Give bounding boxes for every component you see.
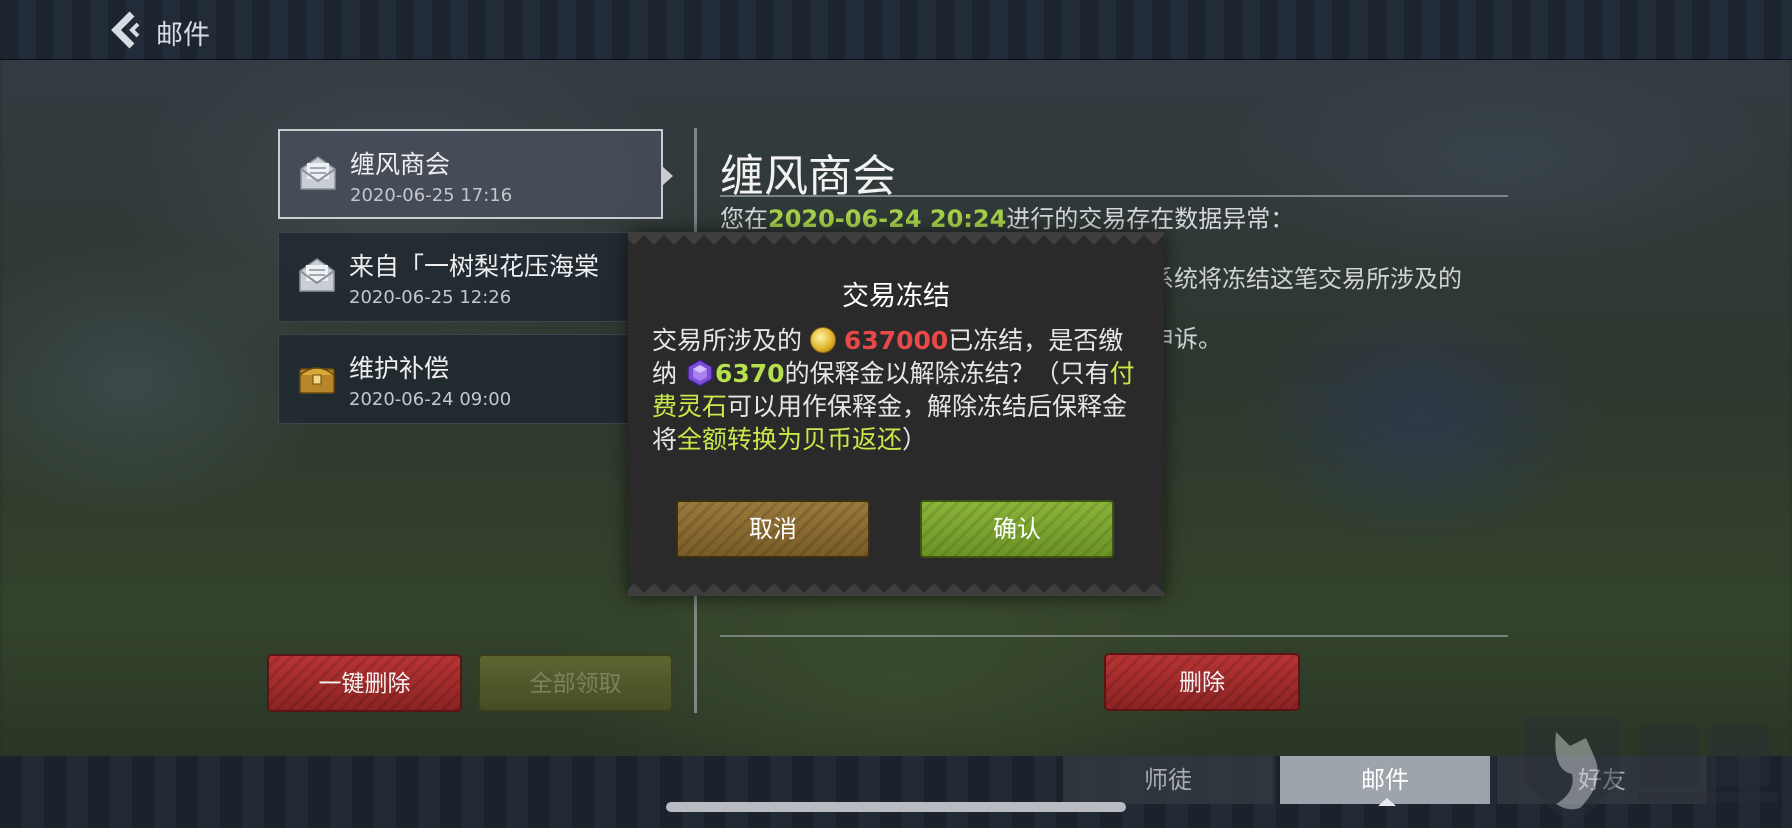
trade-freeze-dialog: 交易冻结 交易所涉及的 637000已冻结，是否缴纳 6370的保释金以解除冻结… — [628, 232, 1164, 596]
dialog-title: 交易冻结 — [842, 281, 950, 312]
selected-pointer — [663, 167, 673, 185]
watermark-logo — [1524, 718, 1778, 824]
claim-all-button[interactable]: 全部领取 — [478, 654, 673, 712]
confirm-button[interactable]: 确认 — [920, 500, 1114, 558]
spirit-stone-icon — [687, 359, 713, 387]
dialog-border-bottom — [628, 583, 1164, 596]
title-divider — [720, 195, 1508, 197]
dialog-highlight: 全额转换为贝币返还 — [677, 425, 903, 454]
mail-date: 2020-06-25 12:26 — [349, 287, 512, 308]
mail-sender: 维护补偿 — [349, 354, 450, 383]
cancel-button[interactable]: 取消 — [676, 500, 870, 558]
bail-gem-amount: 6370 — [714, 359, 785, 388]
dialog-border-top — [628, 232, 1164, 245]
chevron-left-icon — [111, 11, 140, 49]
chest-icon — [299, 367, 335, 394]
detail-text-suffix: 进行的交易存在数据异常： — [1006, 205, 1295, 233]
mail-sender: 来自「一树梨花压海棠 — [349, 252, 600, 281]
back-button[interactable] — [108, 10, 144, 50]
dialog-text: 的保释金以解除冻结？（只有 — [784, 359, 1110, 388]
tab-mail[interactable]: 邮件 — [1280, 756, 1490, 804]
home-indicator[interactable] — [666, 802, 1126, 812]
detail-text-prefix: 您在 — [720, 205, 768, 233]
detail-time: 2020-06-24 20:24 — [768, 205, 1007, 233]
mail-item-2[interactable]: 来自「一树梨花压海棠 2020-06-25 12:26 — [278, 232, 663, 322]
tab-mentor[interactable]: 师徒 — [1063, 756, 1273, 804]
mail-date: 2020-06-25 17:16 — [350, 185, 513, 206]
delete-all-button[interactable]: 一键删除 — [267, 654, 462, 712]
mail-date: 2020-06-24 09:00 — [349, 389, 512, 410]
mail-item-3[interactable]: 维护补偿 2020-06-24 09:00 — [278, 334, 663, 424]
detail-bottom-divider — [720, 635, 1508, 637]
envelope-icon — [300, 156, 336, 190]
mail-sender: 缠风商会 — [350, 150, 451, 179]
dialog-text: ） — [902, 425, 928, 454]
top-bar: 邮件 — [0, 0, 1792, 60]
frozen-gold-amount: 637000 — [843, 326, 949, 355]
detail-text-line3: 系统将冻结这笔交易所涉及的 — [1150, 265, 1462, 293]
dialog-message: 交易所涉及的 637000已冻结，是否缴纳 6370的保释金以解除冻结？（只有付… — [652, 324, 1142, 456]
dialog-text: 交易所涉及的 — [652, 326, 803, 355]
page-title: 邮件 — [156, 20, 210, 51]
active-tab-indicator — [1378, 798, 1396, 806]
delete-button[interactable]: 删除 — [1104, 653, 1300, 711]
mail-item-1[interactable]: 缠风商会 2020-06-25 17:16 — [278, 129, 673, 219]
envelope-icon — [299, 258, 335, 292]
gold-coin-icon — [809, 327, 836, 353]
